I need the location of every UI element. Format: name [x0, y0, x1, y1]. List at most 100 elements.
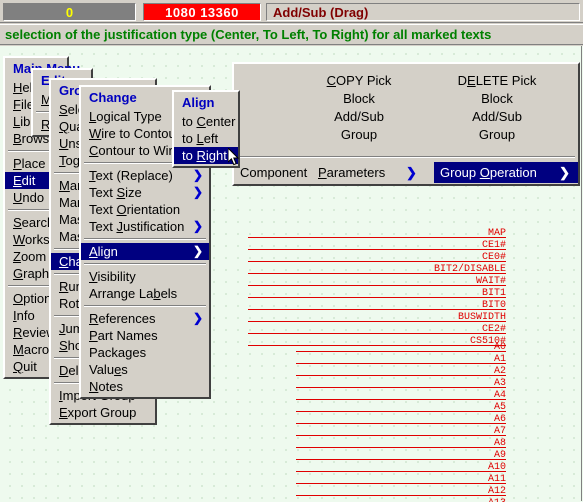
address-net-row[interactable]: A4: [296, 390, 506, 402]
net-wire: [296, 471, 506, 472]
menu-item-label: Notes: [89, 379, 123, 394]
delete-pick-column: DELETE Pick Block Add/Sub Group: [432, 72, 562, 144]
net-label: A5: [493, 402, 506, 413]
change-menu-item-references[interactable]: References ❯: [81, 310, 209, 327]
group-operation-label: Group Operation: [440, 165, 537, 180]
net-wire: [296, 435, 506, 436]
control-net-row[interactable]: BIT0: [248, 300, 506, 312]
net-wire: [248, 297, 506, 298]
change-menu-item-part-names[interactable]: Part Names: [81, 327, 209, 344]
submenu-arrow-icon: ❯: [192, 219, 203, 233]
menu-item-label: Part Names: [89, 328, 158, 343]
coordinate-value: 0: [65, 4, 74, 20]
address-net-row[interactable]: A8: [296, 438, 506, 450]
address-net-row[interactable]: A2: [296, 366, 506, 378]
address-net-row[interactable]: A11: [296, 474, 506, 486]
change-menu-item-text-replace[interactable]: Text (Replace) ❯: [81, 167, 209, 184]
parameters-menu-item[interactable]: Parameters: [318, 164, 385, 182]
net-wire: [248, 333, 506, 334]
status-toolbar: 0 1080 13360 Add/Sub (Drag): [0, 0, 583, 23]
address-net-row[interactable]: A12: [296, 486, 506, 498]
menu-item-label: Logical Type: [89, 109, 162, 124]
net-label: CE0#: [481, 252, 506, 263]
menu-item-label: to Right: [182, 148, 227, 163]
group-operation-menu-item[interactable]: Group Operation ❯: [434, 162, 578, 183]
parameters-submenu-arrow-icon: ❯: [406, 165, 417, 180]
hint-bar: selection of the justification type (Cen…: [0, 24, 583, 45]
align-menu-items: to Center to Left to Right: [174, 113, 238, 164]
address-net-row[interactable]: A1: [296, 354, 506, 366]
delete-pick-header: DELETE Pick: [457, 73, 537, 88]
address-net-row[interactable]: A7: [296, 426, 506, 438]
control-net-row[interactable]: CE0#: [248, 252, 506, 264]
component-menu-item[interactable]: Component: [240, 164, 307, 182]
menu-separator: [84, 305, 206, 307]
net-wire: [248, 261, 506, 262]
delete-pick-item-block[interactable]: Block: [432, 90, 562, 108]
delete-pick-item-group[interactable]: Group: [432, 126, 562, 144]
net-wire: [296, 387, 506, 388]
align-menu-item-to-center[interactable]: to Center: [174, 113, 238, 130]
menu-item-label: to Left: [182, 131, 219, 146]
menu-item-label: Quit: [13, 359, 37, 374]
application-window: 0 1080 13360 Add/Sub (Drag) selection of…: [0, 0, 583, 502]
align-menu-item-to-right[interactable]: to Right: [174, 147, 238, 164]
net-label: BIT1: [481, 288, 506, 299]
net-wire: [296, 411, 506, 412]
menu-item-label: Export Group: [59, 405, 137, 420]
change-menu-item-notes[interactable]: Notes: [81, 378, 209, 395]
control-net-row[interactable]: CE2#: [248, 324, 506, 336]
address-net-row[interactable]: A13: [296, 498, 506, 502]
net-wire: [296, 375, 506, 376]
parameters-label: arameters: [326, 165, 386, 180]
net-label: A10: [487, 462, 506, 473]
net-wire: [248, 249, 506, 250]
menu-item-label: Text Justification: [89, 219, 185, 234]
menu-item-label: Undo: [13, 190, 45, 205]
menu-item-label: Edit: [13, 173, 36, 188]
change-menu-item-arrange-labels[interactable]: Arrange Labels: [81, 285, 209, 302]
address-net-row[interactable]: A6: [296, 414, 506, 426]
change-menu-item-packages[interactable]: Packages: [81, 344, 209, 361]
menu-item-label: Place: [13, 156, 46, 171]
coordinate-display: 0: [3, 3, 136, 21]
change-menu-item-align[interactable]: Align ❯: [81, 243, 209, 260]
change-menu-item-visibility[interactable]: Visibility: [81, 268, 209, 285]
menu-item-label: Wire to Contour: [89, 126, 181, 141]
control-net-row[interactable]: BIT1: [248, 288, 506, 300]
net-wire: [296, 423, 506, 424]
net-label: A12: [487, 486, 506, 497]
address-net-row[interactable]: A10: [296, 462, 506, 474]
menu-item-label: Zoom: [13, 249, 47, 264]
align-menu-item-to-left[interactable]: to Left: [174, 130, 238, 147]
menu-item-label: Text (Replace): [89, 168, 173, 183]
copy-pick-item-block[interactable]: Block: [294, 90, 424, 108]
change-menu-item-text-orientation[interactable]: Text Orientation: [81, 201, 209, 218]
command-panel: COPY Pick Block Add/Sub Group DELETE Pick …: [232, 62, 580, 186]
delete-pick-item-add-sub[interactable]: Add/Sub: [432, 108, 562, 126]
control-net-row[interactable]: MAP: [248, 228, 506, 240]
change-menu-item-text-size[interactable]: Text Size ❯: [81, 184, 209, 201]
control-net-row[interactable]: WAIT#: [248, 276, 506, 288]
control-net-row[interactable]: BUSWIDTH: [248, 312, 506, 324]
group-menu-item-export-group[interactable]: Export Group: [51, 404, 155, 421]
address-net-row[interactable]: A3: [296, 378, 506, 390]
menu-item-label: Visibility: [89, 269, 136, 284]
net-label: A3: [493, 378, 506, 389]
align-menu-panel[interactable]: Align to Center to Left to Right: [172, 90, 240, 168]
net-label: A4: [493, 390, 506, 401]
control-net-row[interactable]: BIT2/DISABLE: [248, 264, 506, 276]
copy-pick-item-group[interactable]: Group: [294, 126, 424, 144]
net-label: A0: [493, 342, 506, 353]
control-net-row[interactable]: CE1#: [248, 240, 506, 252]
copy-pick-item-add-sub[interactable]: Add/Sub: [294, 108, 424, 126]
net-label: BIT0: [481, 300, 506, 311]
change-menu-item-values[interactable]: Values: [81, 361, 209, 378]
address-net-row[interactable]: A0: [296, 342, 506, 354]
submenu-arrow-icon: ❯: [192, 244, 203, 258]
change-menu-item-text-justification[interactable]: Text Justification ❯: [81, 218, 209, 235]
address-net-row[interactable]: A9: [296, 450, 506, 462]
menu-item-label: Packages: [89, 345, 147, 360]
address-net-row[interactable]: A5: [296, 402, 506, 414]
position-value: 1080 13360: [165, 4, 239, 20]
